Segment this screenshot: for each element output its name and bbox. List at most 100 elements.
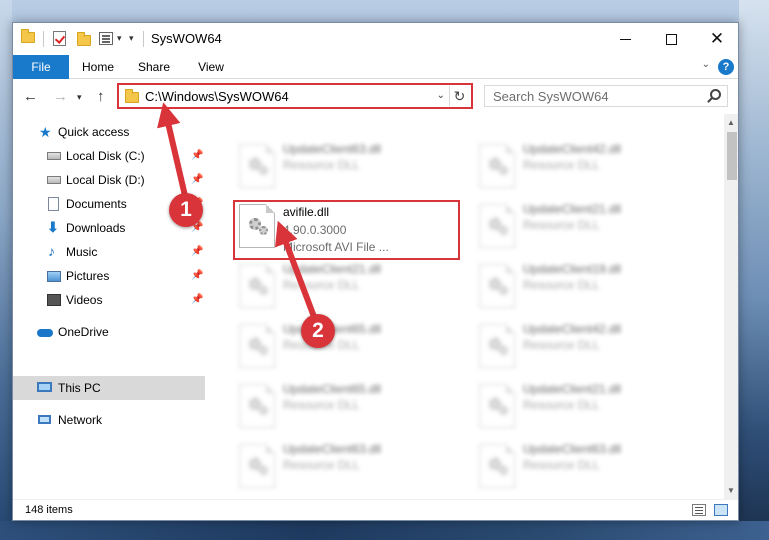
expand-ribbon-icon[interactable]: ⌄ [702, 59, 710, 70]
file-tile[interactable]: UpdateClient42.dll Resource DLL [473, 320, 703, 376]
chevron-down-icon[interactable]: ▾ [117, 33, 122, 44]
highlight-box-file [233, 200, 460, 260]
dll-file-icon [239, 324, 275, 368]
nav-label: Local Disk (C:) [66, 149, 145, 163]
help-icon[interactable]: ? [718, 59, 734, 75]
pin-icon: 📌 [191, 174, 204, 185]
pin-icon: 📌 [191, 150, 204, 161]
search-input[interactable]: Search SysWOW64 [493, 89, 609, 104]
address-row: ← → ▾ ↑ C:\Windows\SysWOW64 ⌄ ↻ Search S… [13, 80, 738, 114]
file-tile[interactable]: UpdateClient63.dll Resource DLL [233, 140, 463, 196]
scrollbar-thumb[interactable] [727, 132, 737, 180]
recent-locations-chevron-icon[interactable]: ▾ [77, 92, 82, 103]
item-count: 148 items [25, 504, 73, 516]
navigation-pane: ★ Quick access Local Disk (C:) 📌 Local D… [13, 114, 205, 499]
nav-this-pc[interactable]: This PC [13, 376, 205, 400]
tab-view[interactable]: View [189, 55, 233, 79]
file-tile[interactable]: UpdateClient19.dll Resource DLL [473, 260, 703, 316]
tiles-view-icon[interactable] [714, 504, 728, 516]
refresh-icon[interactable]: ↻ [449, 86, 469, 106]
scroll-up-icon[interactable]: ▲ [727, 118, 735, 127]
chevron-down-icon[interactable]: ⌄ [437, 90, 445, 101]
toolbar-divider [143, 31, 144, 47]
dll-file-icon [479, 324, 515, 368]
document-icon [48, 197, 59, 211]
cloud-icon [37, 329, 53, 337]
nav-label: This PC [58, 381, 101, 395]
picture-icon [47, 271, 61, 282]
nav-label: Quick access [58, 125, 130, 139]
nav-quick-access[interactable]: ★ Quick access [13, 120, 205, 144]
file-tile[interactable]: UpdateClient63.dll Resource DLL [233, 440, 463, 496]
file-tile[interactable]: UpdateClient21.dll Resource DLL [233, 260, 463, 316]
callout-step-1: 1 [169, 193, 203, 227]
file-tile[interactable]: UpdateClient21.dll Resource DLL [473, 380, 703, 436]
vertical-scrollbar[interactable]: ▲ ▼ [724, 114, 738, 499]
customize-icon[interactable] [99, 32, 113, 45]
file-tile[interactable]: UpdateClient42.dll Resource DLL [473, 140, 703, 196]
search-icon[interactable] [710, 89, 721, 100]
forward-arrow-icon[interactable]: → [53, 88, 68, 105]
nav-videos[interactable]: Videos 📌 [13, 288, 205, 312]
file-name: UpdateClient21.dll [523, 382, 622, 396]
minimize-icon [619, 38, 631, 40]
nav-local-disk-c[interactable]: Local Disk (C:) 📌 [13, 144, 205, 168]
quick-access-toolbar-dropdown[interactable]: ▾ [129, 33, 134, 44]
status-bar: 148 items [13, 499, 738, 520]
ribbon-tabs: File Home Share View ⌄ ? [13, 55, 738, 79]
dll-file-icon [479, 204, 515, 248]
nav-pictures[interactable]: Pictures 📌 [13, 264, 205, 288]
disk-icon [47, 152, 61, 160]
title-bar: ▾ ▾ SysWOW64 ✕ [13, 23, 738, 55]
file-type: Resource DLL [283, 398, 360, 412]
file-type: Resource DLL [523, 218, 600, 232]
address-bar[interactable]: C:\Windows\SysWOW64 ⌄ ↻ [117, 83, 473, 109]
file-list: UpdateClient63.dll Resource DLL avifile.… [205, 114, 725, 499]
nav-label: Pictures [66, 269, 110, 283]
nav-music[interactable]: ♪ Music 📌 [13, 240, 205, 264]
nav-label: Music [66, 245, 98, 259]
computer-icon [37, 382, 52, 392]
desktop-wallpaper-bottom [0, 521, 769, 540]
close-icon: ✕ [709, 29, 725, 48]
nav-onedrive[interactable]: OneDrive [13, 320, 205, 344]
new-folder-icon[interactable] [77, 32, 91, 49]
scroll-down-icon[interactable]: ▼ [727, 486, 735, 495]
file-type: Resource DLL [283, 158, 360, 172]
file-type: Resource DLL [523, 338, 600, 352]
minimize-button[interactable] [602, 23, 648, 55]
maximize-button[interactable] [648, 23, 694, 55]
search-box[interactable]: Search SysWOW64 [484, 85, 728, 107]
close-button[interactable]: ✕ [694, 23, 738, 55]
file-tile[interactable]: UpdateClient63.dll Resource DLL [473, 440, 703, 496]
folder-icon[interactable] [21, 29, 35, 44]
nav-network[interactable]: Network [13, 408, 205, 432]
details-view-icon[interactable] [692, 504, 706, 516]
dll-file-icon [479, 444, 515, 488]
dll-file-icon [479, 144, 515, 188]
file-tile[interactable]: UpdateClient21.dll Resource DLL [473, 200, 703, 256]
file-type: Resource DLL [523, 278, 600, 292]
file-name: UpdateClient42.dll [523, 322, 622, 336]
file-type: Resource DLL [523, 398, 600, 412]
file-name: UpdateClient19.dll [523, 262, 622, 276]
file-tile[interactable]: UpdateClient65.dll Resource DLL [233, 380, 463, 436]
desktop-wallpaper-left [0, 0, 12, 540]
back-arrow-icon[interactable]: ← [23, 88, 38, 105]
address-path[interactable]: C:\Windows\SysWOW64 [145, 89, 289, 104]
tab-share[interactable]: Share [131, 55, 177, 79]
dll-file-icon [239, 384, 275, 428]
file-name: UpdateClient21.dll [523, 202, 622, 216]
maximize-icon [665, 33, 677, 45]
tab-home[interactable]: Home [75, 55, 121, 79]
properties-check-icon[interactable] [53, 31, 66, 46]
up-arrow-icon[interactable]: ↑ [97, 88, 105, 105]
file-type: Resource DLL [523, 158, 600, 172]
video-icon [47, 294, 61, 306]
nav-local-disk-d[interactable]: Local Disk (D:) 📌 [13, 168, 205, 192]
tab-file[interactable]: File [13, 55, 69, 79]
file-tile[interactable]: UpdateClient65.dll Resource DLL [233, 320, 463, 376]
pin-icon: 📌 [191, 294, 204, 305]
nav-label: OneDrive [58, 325, 109, 339]
window-title: SysWOW64 [151, 31, 222, 46]
